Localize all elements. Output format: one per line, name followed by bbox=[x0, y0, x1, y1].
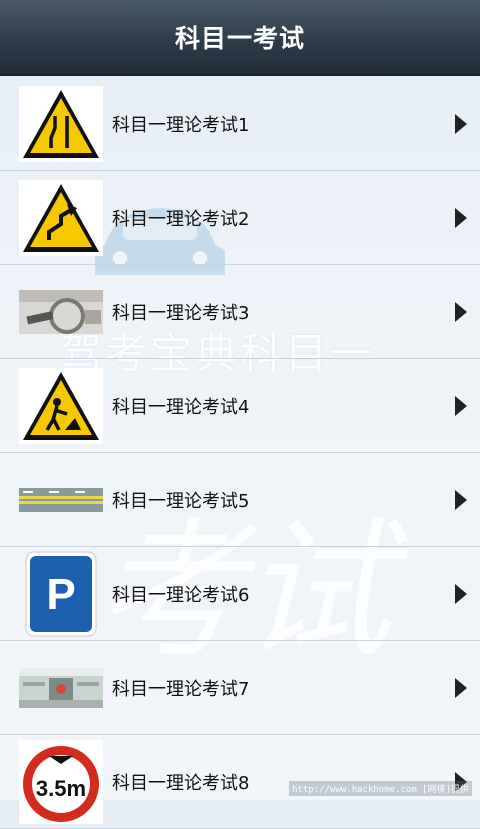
exam-list: 科目一理论考试1 科目一理论考试2 科目一理论考试3 科目一理论考试4 科目一理… bbox=[0, 77, 480, 829]
list-item-label: 科目一理论考试8 bbox=[112, 772, 250, 794]
list-item-label: 科目一理论考试1 bbox=[112, 114, 250, 136]
height-limit-sign-icon: 3.5m bbox=[18, 739, 104, 824]
winding-road-warning-sign-icon bbox=[18, 178, 104, 258]
list-item[interactable]: 科目一理论考试2 bbox=[0, 171, 480, 265]
list-item-label: 科目一理论考试4 bbox=[112, 396, 250, 418]
footer-watermark: http://www.hackhome.com [网侠]提供 bbox=[289, 781, 472, 796]
chevron-right-icon bbox=[455, 677, 467, 698]
list-item[interactable]: 科目一理论考试5 bbox=[0, 453, 480, 547]
chevron-right-icon bbox=[455, 395, 467, 416]
parking-letter: P bbox=[46, 570, 75, 619]
list-item-label: 科目一理论考试3 bbox=[112, 302, 250, 324]
page-title: 科目一考试 bbox=[174, 24, 305, 53]
list-item-label: 科目一理论考试5 bbox=[112, 490, 250, 512]
chevron-right-icon bbox=[455, 207, 467, 228]
list-item[interactable]: 科目一理论考试3 bbox=[0, 265, 480, 359]
chevron-right-icon bbox=[455, 113, 467, 134]
list-item[interactable]: P 科目一理论考试6 bbox=[0, 547, 480, 641]
title-bar: 科目一考试 bbox=[0, 0, 480, 76]
road-work-warning-sign-icon bbox=[18, 366, 104, 446]
list-item-label: 科目一理论考试6 bbox=[112, 584, 250, 606]
parking-sign-icon: P bbox=[18, 551, 104, 636]
list-item[interactable]: 科目一理论考试7 bbox=[0, 641, 480, 735]
height-limit-text: 3.5m bbox=[36, 776, 86, 801]
car-dashboard-photo-icon bbox=[18, 272, 104, 352]
list-item-label: 科目一理论考试7 bbox=[112, 678, 250, 700]
list-item[interactable]: 科目一理论考试1 bbox=[0, 77, 480, 171]
narrow-road-warning-sign-icon bbox=[18, 84, 104, 164]
toll-gate-photo-icon bbox=[18, 648, 104, 728]
list-item[interactable]: 科目一理论考试4 bbox=[0, 359, 480, 453]
chevron-right-icon bbox=[455, 489, 467, 510]
chevron-right-icon bbox=[455, 583, 467, 604]
chevron-right-icon bbox=[455, 301, 467, 322]
road-marking-photo-icon bbox=[18, 460, 104, 540]
list-item-label: 科目一理论考试2 bbox=[112, 208, 250, 230]
